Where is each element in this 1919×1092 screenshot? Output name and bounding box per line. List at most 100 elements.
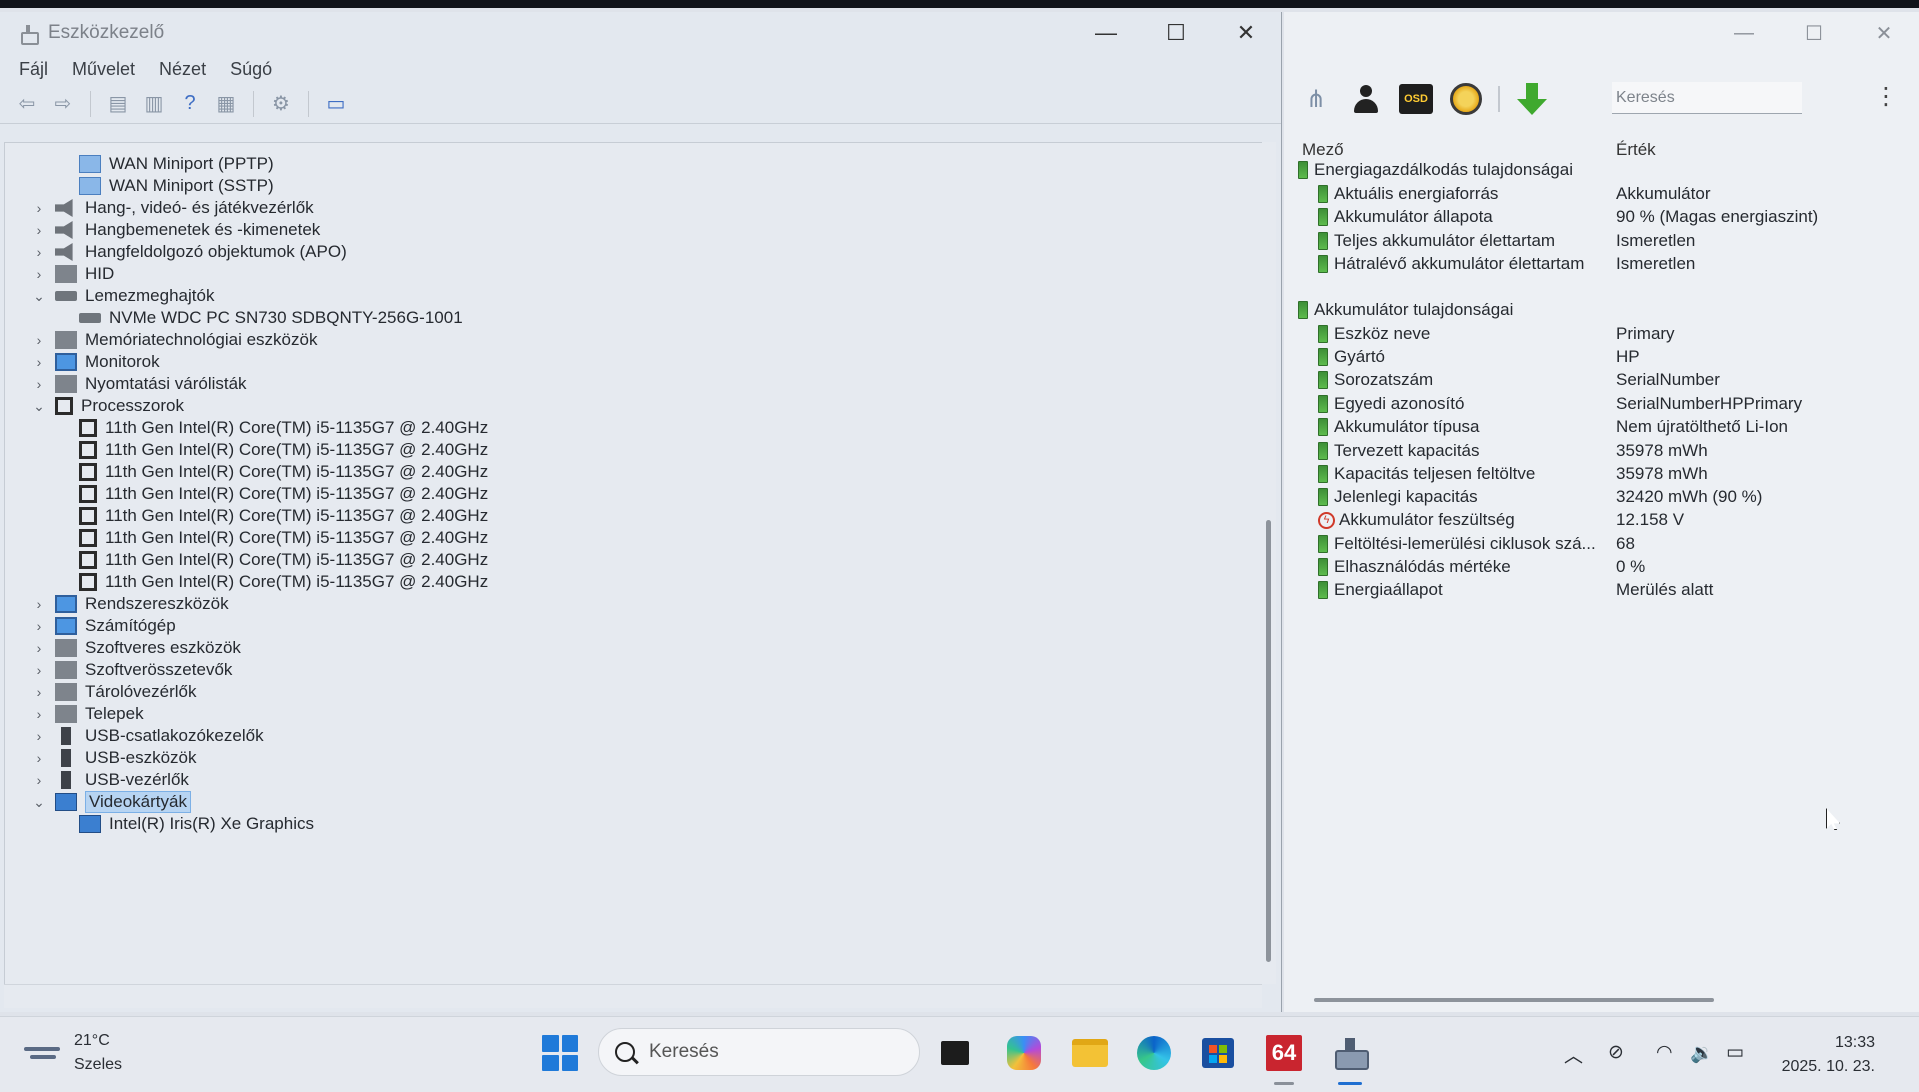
chevron-down-icon[interactable]: ⌄ <box>29 794 49 811</box>
property-field[interactable]: Eszköz neve <box>1318 322 1430 346</box>
gen-device-icon <box>55 331 77 349</box>
wifi-icon[interactable]: ◠ <box>1656 1041 1673 1064</box>
taskbar-search[interactable]: Keresés <box>598 1028 920 1076</box>
chevron-right-icon[interactable]: › <box>29 618 49 634</box>
monitor-icon[interactable]: ▭ <box>321 89 351 119</box>
vertical-scrollbar[interactable] <box>1262 142 1276 984</box>
chevron-down-icon[interactable]: ⌄ <box>29 398 49 415</box>
close-button[interactable]: ✕ <box>1211 12 1281 54</box>
chevron-up-icon[interactable]: ︿ <box>1564 1041 1583 1068</box>
chevron-right-icon[interactable]: › <box>29 662 49 678</box>
weather-temperature: 21°C <box>74 1032 110 1049</box>
chevron-right-icon[interactable]: › <box>29 706 49 722</box>
taskbar-search-placeholder: Keresés <box>649 1041 719 1062</box>
chevron-right-icon[interactable]: › <box>29 200 49 216</box>
driver-icon[interactable]: ⚙ <box>266 89 296 119</box>
menu-view[interactable]: Nézet <box>159 59 206 80</box>
property-value: 68 <box>1616 534 1635 553</box>
chevron-right-icon[interactable]: › <box>29 596 49 612</box>
scrollbar-thumb[interactable] <box>1266 520 1271 962</box>
forward-icon[interactable]: ⇨ <box>48 89 78 119</box>
property-value: SerialNumber <box>1616 370 1720 389</box>
property-field[interactable]: Feltöltési-lemerülési ciklusok szá... <box>1318 532 1596 556</box>
maximize-button[interactable]: ☐ <box>1141 12 1211 54</box>
device-tree-label: Hang-, videó- és játékvezérlők <box>85 198 314 217</box>
edge-button[interactable] <box>1134 1033 1174 1073</box>
chevron-right-icon[interactable]: › <box>29 222 49 238</box>
section-header[interactable]: Akkumulátor tulajdonságai <box>1298 298 1513 322</box>
info-search-input[interactable]: Keresés <box>1612 82 1802 114</box>
property-field[interactable]: Kapacitás teljesen feltöltve <box>1318 462 1535 486</box>
property-field[interactable]: Energiaállapot <box>1318 578 1443 602</box>
wind-icon <box>24 1043 60 1063</box>
property-field[interactable]: Sorozatszám <box>1318 368 1433 392</box>
menu-action[interactable]: Művelet <box>72 59 135 80</box>
system-clock[interactable]: 13:33 2025. 10. 23. <box>1782 1031 1875 1079</box>
device-tree-item[interactable]: Intel(R) Iris(R) Xe Graphics <box>53 811 314 837</box>
battery-node-icon <box>1318 418 1328 436</box>
chevron-right-icon[interactable]: › <box>29 354 49 370</box>
osd-icon[interactable]: OSD <box>1398 81 1434 117</box>
property-field[interactable]: Jelenlegi kapacitás <box>1318 485 1478 509</box>
battery-icon[interactable]: ▭ <box>1726 1041 1744 1064</box>
horizontal-scrollbar[interactable] <box>4 984 1262 1008</box>
chevron-right-icon[interactable]: › <box>29 266 49 282</box>
property-field[interactable]: Tervezett kapacitás <box>1318 439 1480 463</box>
file-explorer-button[interactable] <box>1070 1033 1110 1073</box>
info-minimize-button[interactable]: — <box>1709 12 1779 54</box>
document-icon[interactable]: ▥ <box>139 89 169 119</box>
property-value: 90 % (Magas energiaszint) <box>1616 207 1819 226</box>
details-grid-icon[interactable]: ▦ <box>211 89 241 119</box>
property-value: 35978 mWh <box>1616 464 1708 483</box>
cloud-offline-icon[interactable]: ⊘ <box>1608 1041 1624 1064</box>
user-icon[interactable] <box>1348 81 1384 117</box>
volume-icon[interactable]: 🔉 <box>1690 1041 1714 1065</box>
chevron-down-icon[interactable]: ⌄ <box>29 288 49 305</box>
device-tree-label: WAN Miniport (PPTP) <box>109 154 274 173</box>
chevron-right-icon[interactable]: › <box>29 684 49 700</box>
chevron-right-icon[interactable]: › <box>29 750 49 766</box>
minimize-button[interactable]: — <box>1071 12 1141 54</box>
property-field[interactable]: Elhasználódás mértéke <box>1318 555 1511 579</box>
help-icon[interactable]: ? <box>175 89 205 119</box>
aida64-button[interactable]: 64 <box>1264 1033 1304 1085</box>
weather-widget[interactable]: 21°C Szeles <box>24 1029 122 1077</box>
device-manager-titlebar[interactable]: Eszközkezelő — ☐ ✕ <box>0 12 1281 54</box>
info-horizontal-scrollbar[interactable] <box>1314 998 1714 1002</box>
spk-device-icon <box>55 243 73 261</box>
property-field[interactable]: Hátralévő akkumulátor élettartam <box>1318 252 1584 276</box>
chevron-right-icon[interactable]: › <box>29 728 49 744</box>
column-header-value[interactable]: Érték <box>1616 140 1656 170</box>
property-field[interactable]: Gyártó <box>1318 345 1385 369</box>
property-field-label: Teljes akkumulátor élettartam <box>1334 231 1556 250</box>
chevron-right-icon[interactable]: › <box>29 244 49 260</box>
property-field-label: Jelenlegi kapacitás <box>1334 487 1478 506</box>
property-field[interactable]: Aktuális energiaforrás <box>1318 182 1498 206</box>
property-field-label: Gyártó <box>1334 347 1386 366</box>
section-header[interactable]: Energiagazdálkodás tulajdonságai <box>1298 158 1573 182</box>
property-field[interactable]: Akkumulátor típusa <box>1318 415 1480 439</box>
task-view-button[interactable] <box>935 1033 975 1073</box>
chevron-right-icon[interactable]: › <box>29 640 49 656</box>
network-tree-icon[interactable]: ⋔ <box>1298 81 1334 117</box>
info-maximize-button[interactable]: ☐ <box>1779 12 1849 54</box>
chevron-right-icon[interactable]: › <box>29 376 49 392</box>
store-button[interactable] <box>1198 1033 1238 1073</box>
chevron-right-icon[interactable]: › <box>29 772 49 788</box>
property-field[interactable]: Egyedi azonosító <box>1318 392 1464 416</box>
properties-grid-icon[interactable]: ▤ <box>103 89 133 119</box>
back-icon[interactable]: ⇦ <box>12 89 42 119</box>
start-button[interactable] <box>542 1035 578 1071</box>
download-icon[interactable] <box>1514 81 1550 117</box>
menu-help[interactable]: Súgó <box>230 59 272 80</box>
menu-file[interactable]: Fájl <box>19 59 48 80</box>
property-field[interactable]: Akkumulátor állapota <box>1318 205 1493 229</box>
more-options-icon[interactable]: ⋮ <box>1874 82 1898 111</box>
copilot-button[interactable] <box>1004 1033 1044 1073</box>
info-close-button[interactable]: ✕ <box>1849 12 1919 54</box>
property-field[interactable]: ϟ Akkumulátor feszültség <box>1318 508 1515 532</box>
property-field[interactable]: Teljes akkumulátor élettartam <box>1318 229 1555 253</box>
device-manager-taskbar-button[interactable] <box>1330 1033 1370 1085</box>
chevron-right-icon[interactable]: › <box>29 332 49 348</box>
gauge-icon[interactable] <box>1448 81 1484 117</box>
